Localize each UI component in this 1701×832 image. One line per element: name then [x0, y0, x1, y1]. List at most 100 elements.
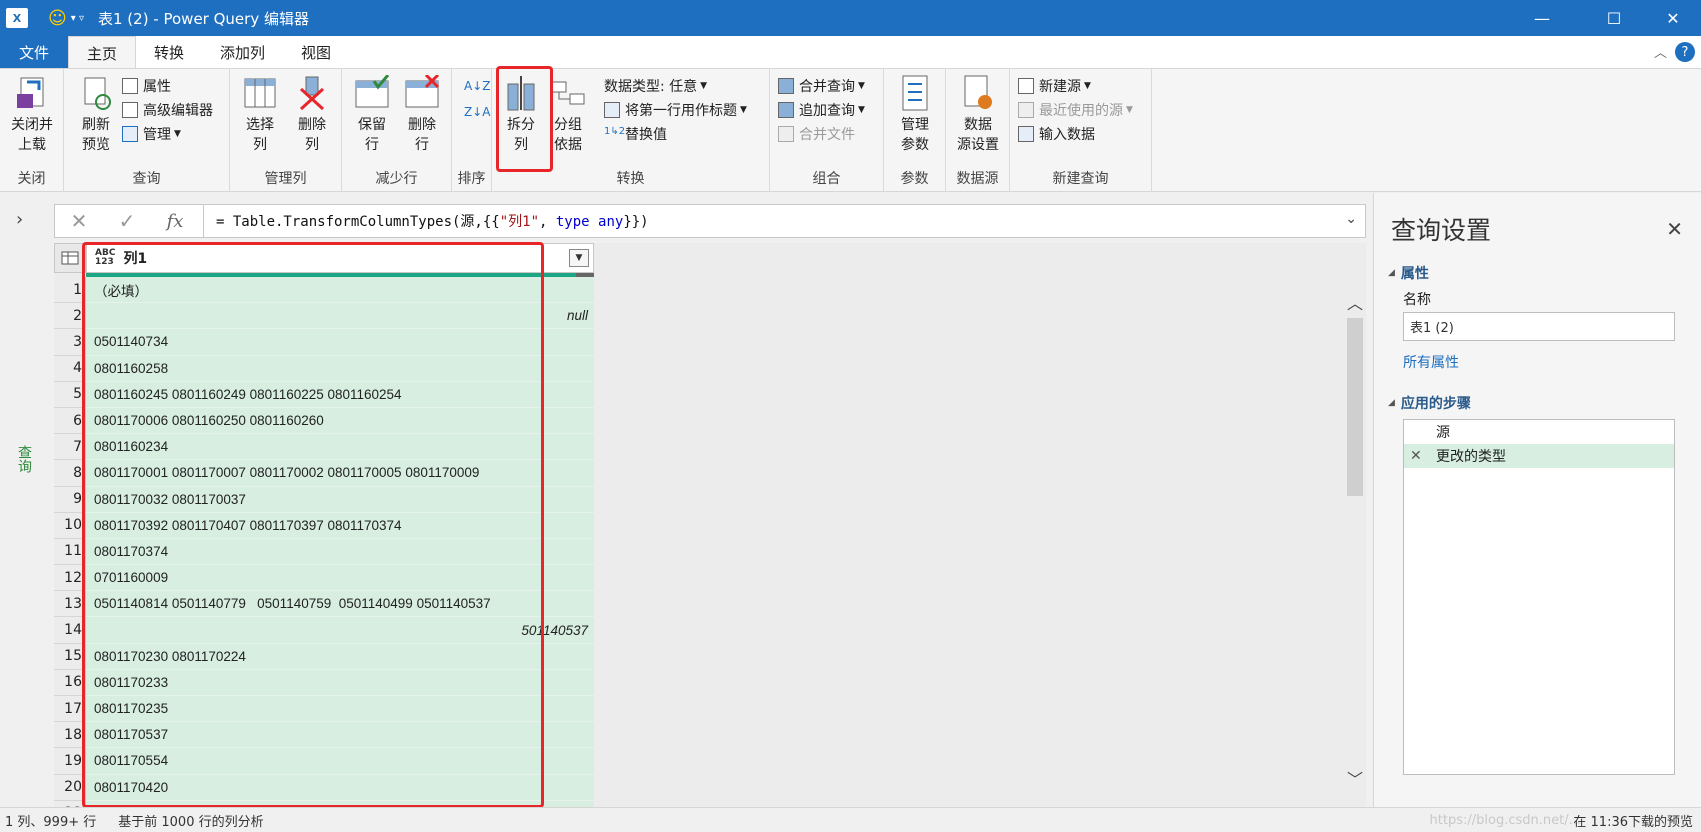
enter-data-icon [1018, 126, 1034, 142]
group-combine: 合并查询 ▼ 追加查询 ▼ 合并文件 组合 [770, 69, 884, 192]
recent-sources-button[interactable]: 最近使用的源 ▼ [1018, 99, 1133, 121]
queries-pane-label[interactable]: 查询 [14, 445, 34, 473]
sort-ascending-icon[interactable]: A↓Z [464, 75, 490, 97]
ribbon: 关闭并 上载 关闭 刷新 预览 属性 高级编辑器 管理 ▼ 查询 选择 列 删除… [0, 68, 1701, 192]
first-row-header-button[interactable]: 将第一行用作标题 ▼ [604, 99, 747, 121]
quick-access-dropdown-icon[interactable]: ▾ ▿ [71, 13, 84, 24]
formula-keyword-any: any [598, 214, 624, 230]
table-header-icon [604, 102, 620, 118]
replace-values-icon: 1↳2 [604, 126, 626, 137]
remove-rows-label: 删除 行 [408, 117, 436, 153]
step-source[interactable]: 源 [1404, 420, 1674, 444]
datasource-settings-button[interactable]: 数据 源设置 [952, 73, 1004, 155]
refresh-preview-label: 刷新 预览 [82, 117, 110, 153]
query-name-input[interactable]: 表1 (2) [1403, 312, 1675, 341]
formula-divider [203, 204, 204, 238]
smiley-icon[interactable]: ☺ [48, 8, 67, 29]
keep-rows-label: 保留 行 [358, 117, 386, 153]
help-icon[interactable]: ? [1675, 42, 1695, 62]
queries-pane-collapsed: › 查询 [0, 193, 46, 807]
formula-keyword-type: type [555, 214, 590, 230]
scroll-up-icon[interactable]: ︿ [1347, 290, 1363, 314]
replace-values-button[interactable]: 1↳2 替换值 [604, 123, 667, 145]
manage-parameters-label: 管理 参数 [901, 117, 929, 153]
properties-heading: 属性 [1400, 266, 1429, 282]
grid-scrollbar[interactable]: ︿ ﹀ [1345, 290, 1365, 790]
refresh-preview-button[interactable]: 刷新 预览 [70, 73, 122, 155]
name-label: 名称 [1403, 292, 1431, 308]
tab-add-column[interactable]: 添加列 [202, 36, 283, 68]
formula-string: "列1" [499, 214, 540, 230]
step-label: 更改的类型 [1436, 449, 1506, 465]
combine-files-button[interactable]: 合并文件 [778, 123, 855, 145]
append-queries-button[interactable]: 追加查询 ▼ [778, 99, 865, 121]
merge-queries-button[interactable]: 合并查询 ▼ [778, 75, 865, 97]
properties-section[interactable]: ◢ 属性 [1388, 263, 1429, 283]
step-changed-type[interactable]: ✕ 更改的类型 [1404, 444, 1674, 468]
tab-file[interactable]: 文件 [0, 36, 68, 68]
group-label: 组合 [812, 171, 841, 187]
data-type-dropdown[interactable]: 数据类型: 任意 ▼ [604, 75, 707, 97]
minimize-button[interactable]: — [1514, 0, 1570, 36]
step-label: 源 [1436, 425, 1450, 441]
manage-parameters-button[interactable]: 管理 参数 [890, 73, 940, 155]
applied-steps-section[interactable]: ◢ 应用的步骤 [1388, 393, 1471, 413]
advanced-editor-button[interactable]: 高级编辑器 [122, 99, 213, 121]
new-source-label: 新建源 [1039, 79, 1081, 95]
column-row-count: 1 列、999+ 行 [5, 814, 97, 830]
group-query: 刷新 预览 属性 高级编辑器 管理 ▼ 查询 [64, 69, 230, 192]
combine-files-label: 合并文件 [799, 127, 855, 143]
datasource-settings-label: 数据 源设置 [957, 117, 999, 153]
tab-home[interactable]: 主页 [68, 36, 137, 69]
datasource-settings-icon [960, 73, 996, 113]
close-settings-icon[interactable]: ✕ [1666, 217, 1683, 241]
cancel-formula-icon[interactable]: ✕ [55, 209, 103, 233]
group-label: 减少行 [375, 171, 418, 187]
split-column-highlight [496, 66, 553, 172]
group-label: 排序 [457, 171, 486, 187]
tab-view[interactable]: 视图 [283, 36, 349, 68]
keep-rows-button[interactable]: 保留 行 [348, 73, 396, 155]
collapse-ribbon-icon[interactable]: ︿ [1654, 42, 1667, 61]
scroll-thumb[interactable] [1347, 318, 1363, 496]
close-button[interactable]: ✕ [1645, 0, 1701, 36]
remove-rows-button[interactable]: 删除 行 [398, 73, 446, 155]
parameters-icon [897, 73, 933, 113]
query-settings-title: 查询设置 [1391, 216, 1492, 245]
close-and-load-label: 关闭并 上载 [11, 117, 53, 153]
watermark: https://blog.csdn.net/... [1429, 812, 1581, 828]
close-and-load-button[interactable]: 关闭并 上载 [6, 73, 58, 155]
scroll-down-icon[interactable]: ﹀ [1347, 766, 1363, 790]
new-source-icon [1018, 78, 1034, 94]
profiling-scope[interactable]: 基于前 1000 行的列分析 [118, 811, 263, 830]
remove-columns-button[interactable]: 删除 列 [288, 73, 336, 155]
choose-columns-button[interactable]: 选择 列 [236, 73, 284, 155]
combine-files-icon [778, 126, 794, 142]
group-reduce-rows: 保留 行 删除 行 减少行 [342, 69, 452, 192]
merge-queries-label: 合并查询 [799, 79, 855, 95]
group-manage-columns: 选择 列 删除 列 管理列 [230, 69, 342, 192]
column-filter-icon[interactable]: ▼ [569, 249, 589, 267]
collapse-triangle-icon: ◢ [1388, 398, 1395, 408]
tab-transform[interactable]: 转换 [136, 36, 202, 68]
delete-step-icon[interactable]: ✕ [1410, 448, 1422, 464]
formula-mid: , [539, 214, 556, 230]
sort-descending-icon[interactable]: Z↓A [464, 101, 490, 123]
all-properties-link[interactable]: 所有属性 [1403, 352, 1459, 372]
excel-icon: X [6, 8, 28, 28]
choose-columns-label: 选择 列 [246, 117, 274, 153]
expand-formula-icon[interactable]: ⌄ [1345, 211, 1357, 227]
new-source-button[interactable]: 新建源 ▼ [1018, 75, 1091, 97]
recent-sources-icon [1018, 102, 1034, 118]
expand-queries-icon[interactable]: › [16, 209, 23, 230]
maximize-button[interactable]: ☐ [1586, 0, 1642, 36]
enter-data-button[interactable]: 输入数据 [1018, 123, 1095, 145]
append-queries-label: 追加查询 [799, 103, 855, 119]
fx-icon[interactable]: fx [151, 211, 199, 232]
group-label: 数据源 [956, 171, 999, 187]
formula-text[interactable]: = Table.TransformColumnTypes(源,{{"列1", t… [216, 211, 649, 231]
properties-button[interactable]: 属性 [122, 75, 171, 97]
manage-button[interactable]: 管理 ▼ [122, 123, 181, 145]
applied-steps-heading: 应用的步骤 [1400, 396, 1471, 412]
commit-formula-icon[interactable]: ✓ [103, 209, 151, 233]
